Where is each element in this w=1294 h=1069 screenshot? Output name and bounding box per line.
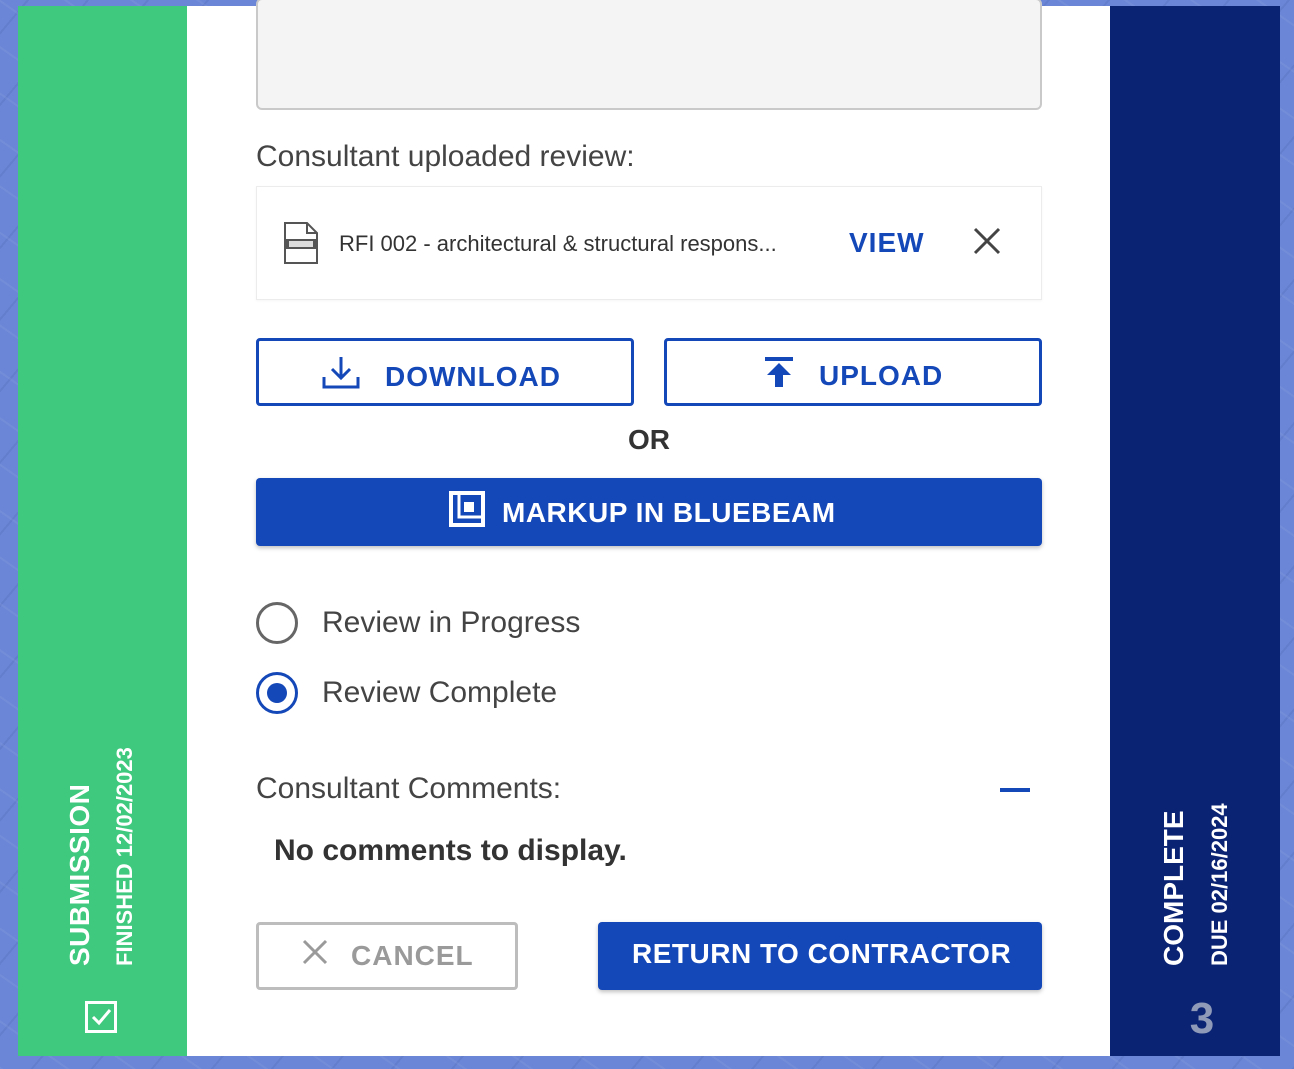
radio-label-complete[interactable]: Review Complete: [322, 676, 557, 710]
stage-subtitle: FINISHED 12/02/2023: [112, 747, 137, 966]
checkbox-icon: [85, 1001, 117, 1033]
pdf-file-icon: [283, 221, 319, 270]
radio-label-in-progress[interactable]: Review in Progress: [322, 606, 580, 640]
cancel-button[interactable]: CANCEL: [256, 922, 518, 990]
upload-icon: [763, 355, 795, 396]
download-button[interactable]: DOWNLOAD: [256, 338, 634, 406]
upload-button[interactable]: UPLOAD: [664, 338, 1042, 406]
uploaded-file-card: RFI 002 - architectural & structural res…: [256, 186, 1042, 300]
close-icon: [301, 938, 329, 973]
stage-title: SUBMISSION: [64, 783, 95, 966]
stage-complete[interactable]: COMPLETE DUE 02/16/2024 3: [1110, 6, 1280, 1056]
upload-label: UPLOAD: [819, 359, 944, 391]
markup-in-bluebeam-button[interactable]: MARKUP IN BLUEBEAM: [256, 478, 1042, 546]
no-comments-text: No comments to display.: [274, 834, 627, 867]
return-label: RETURN TO CONTRACTOR: [632, 938, 1012, 969]
review-form: Consultant uploaded review: RFI 002 - ar…: [256, 0, 1042, 1056]
stage-title: COMPLETE: [1158, 810, 1189, 966]
file-name[interactable]: RFI 002 - architectural & structural res…: [339, 231, 777, 257]
consultant-comments-label: Consultant Comments:: [256, 772, 562, 805]
or-divider: OR: [628, 424, 670, 455]
radio-review-complete[interactable]: [256, 672, 298, 714]
download-icon: [321, 355, 361, 398]
collapse-icon[interactable]: [1000, 788, 1030, 792]
uploaded-review-label: Consultant uploaded review:: [256, 140, 635, 173]
bluebeam-label: MARKUP IN BLUEBEAM: [502, 496, 836, 528]
view-file-link[interactable]: VIEW: [849, 227, 925, 259]
remove-file-icon[interactable]: [971, 225, 1003, 262]
workflow-panel: SUBMISSION FINISHED 12/02/2023 Consultan…: [18, 0, 1280, 1056]
stage-submission[interactable]: SUBMISSION FINISHED 12/02/2023: [18, 6, 187, 1056]
return-to-contractor-button[interactable]: RETURN TO CONTRACTOR: [598, 922, 1042, 990]
stage-subtitle: DUE 02/16/2024: [1207, 803, 1232, 966]
download-label: DOWNLOAD: [385, 360, 561, 392]
radio-review-in-progress[interactable]: [256, 602, 298, 644]
stage-number: 3: [1189, 994, 1215, 1043]
cancel-label: CANCEL: [351, 939, 474, 971]
bluebeam-icon: [448, 490, 486, 535]
review-textarea[interactable]: [256, 0, 1042, 110]
